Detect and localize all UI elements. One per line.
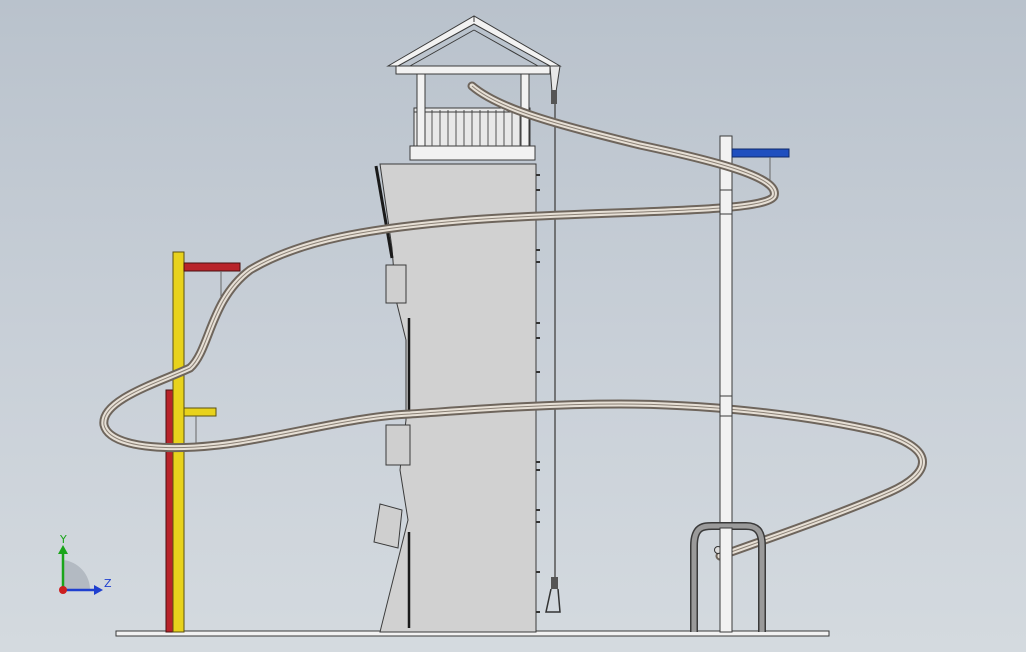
xyz-triad-icon: Y Z (58, 533, 112, 595)
right-post-overlap (719, 189, 733, 215)
tower-side-panel-lower (373, 503, 403, 549)
tower-side-panel-upper (385, 264, 407, 304)
cad-viewport[interactable]: Y Z (0, 0, 1026, 652)
triad-y-label: Y (59, 533, 67, 546)
climbing-tower (373, 163, 540, 633)
tower-side-panel-middle (385, 424, 411, 466)
playground-model: Y Z (58, 15, 927, 637)
hanging-rope (545, 65, 561, 613)
triad-z-label: Z (104, 577, 112, 590)
right-post-overlap-lower (719, 395, 733, 417)
lookout-roof (386, 15, 562, 67)
